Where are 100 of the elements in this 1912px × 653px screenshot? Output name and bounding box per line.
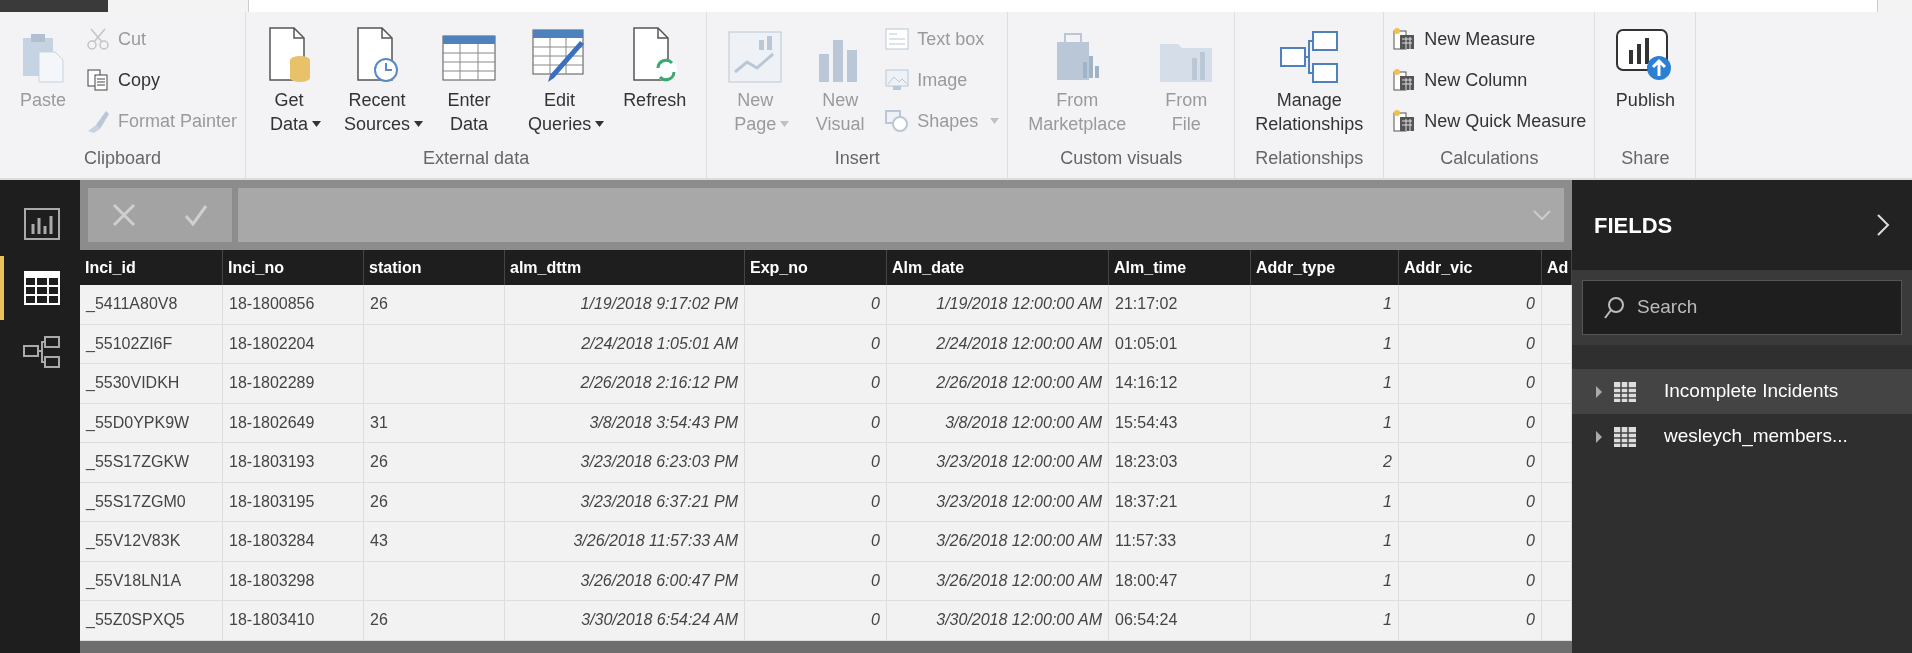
ribbon-button[interactable]: New Measure (1392, 22, 1587, 56)
table-cell-text: 18:37:21 (1115, 491, 1178, 512)
table-cell-text: _55S17ZGM0 (86, 491, 186, 512)
field-table-item[interactable]: Incomplete Incidents (1572, 369, 1912, 414)
column-header[interactable]: Alm_date (887, 250, 1109, 285)
calculator-icon (1392, 109, 1417, 133)
table-cell-text: 3/8/2018 12:00:00 AM (945, 412, 1102, 433)
table-cell-text: 18-1803195 (229, 491, 315, 512)
chevron-right-icon[interactable] (1876, 213, 1890, 237)
scissors-icon (86, 27, 111, 51)
group-label: Custom visuals (1059, 147, 1184, 170)
table-icon (24, 271, 60, 305)
table-cell-text: 18-1803193 (229, 452, 315, 473)
calculator-icon (1392, 68, 1417, 92)
copy-icon (86, 68, 111, 92)
column-header[interactable]: station (364, 250, 505, 285)
table-cell-text: 31 (370, 412, 388, 433)
table-cell-text: 0 (871, 570, 880, 591)
formula-bar[interactable] (238, 188, 1564, 242)
table-cell-text: 26 (370, 491, 388, 512)
ribbon-button[interactable]: Recent Sources (332, 20, 423, 136)
column-header[interactable]: Addr_type (1251, 250, 1399, 285)
ribbon-button[interactable]: Copy (86, 63, 238, 97)
text-box-icon (885, 28, 910, 50)
group-label: Calculations (1439, 147, 1540, 170)
table-cell-text: 11:57:33 (1115, 531, 1177, 552)
table-cell-text: 0 (1526, 491, 1535, 512)
table-cell-text: 15:54:43 (1115, 412, 1178, 433)
table-cell-text: 18-1802649 (229, 412, 315, 433)
search-field[interactable]: Search (1582, 280, 1902, 335)
table-cell-text: 06:54:24 (1115, 610, 1178, 631)
column-header[interactable]: Inci_id (80, 250, 223, 285)
ribbon-button[interactable]: Enter Data (430, 20, 509, 136)
check-icon[interactable] (183, 202, 209, 228)
table-cell-text: 0 (1526, 333, 1535, 354)
table-cell-text: 18-1803298 (229, 570, 315, 591)
table-cell-text: 0 (1526, 452, 1535, 473)
ribbon-button[interactable]: New Column (1392, 63, 1587, 97)
group-label: Relationships (1254, 147, 1365, 170)
table-cell-text: 0 (1526, 294, 1535, 315)
table-cell-text: 0 (1526, 570, 1535, 591)
ribbon-button[interactable]: Manage Relationships (1243, 20, 1376, 136)
expand-arrow-icon (1596, 430, 1602, 443)
table-cell-text: 0 (871, 333, 880, 354)
table-cell-text: 1 (1383, 294, 1392, 315)
table-cell-text: 2/26/2018 12:00:00 AM (936, 373, 1102, 394)
calculator-icon (1392, 27, 1417, 51)
document-clock-icon (354, 26, 401, 84)
caret-icon (780, 121, 790, 127)
ribbon-button[interactable]: Get Data (254, 20, 325, 136)
ribbon-button[interactable]: Publish (1603, 20, 1688, 112)
table-cell-text: 18-1800856 (229, 294, 315, 315)
ribbon-button[interactable]: Refresh (611, 20, 699, 112)
table-cell-text: 26 (370, 452, 388, 473)
table-cell-text: 18:00:47 (1115, 570, 1178, 591)
column-header[interactable]: alm_dttm (505, 250, 745, 285)
table-cell-text: 1 (1383, 373, 1392, 394)
table-cell-text: 18:23:03 (1115, 452, 1178, 473)
ribbon-button[interactable]: Edit Queries (516, 20, 604, 136)
group-label: Clipboard (83, 147, 163, 170)
column-header[interactable]: Alm_time (1109, 250, 1251, 285)
table-cell-text: _55V12V83K (86, 531, 181, 552)
table-icon (1614, 381, 1636, 402)
relationship-diagram-icon (1279, 30, 1340, 84)
group-label: Share (1620, 147, 1671, 170)
table-cell-text: 3/23/2018 12:00:00 AM (936, 452, 1102, 473)
table-cell-text: 0 (871, 531, 880, 552)
table-cell-text: 3/30/2018 6:54:24 AM (581, 610, 738, 631)
table-cell-text: _55102ZI6F (86, 333, 173, 354)
expand-arrow-icon (1596, 385, 1602, 398)
table-cell-text: 18-1803284 (229, 531, 315, 552)
table-cell-text: _55V18LN1A (86, 570, 182, 591)
table-cell-text: 1 (1383, 491, 1392, 512)
table-cell-text: 0 (871, 373, 880, 394)
table-cell-text: _55Z0SPXQ5 (86, 610, 185, 631)
column-header[interactable]: Exp_no (745, 250, 887, 285)
paintbrush-icon (86, 109, 111, 133)
ribbon-tab[interactable] (0, 0, 108, 12)
table-cell-text: 1 (1383, 570, 1392, 591)
ribbon-button[interactable]: New Quick Measure (1392, 104, 1587, 138)
column-header[interactable]: Addr_vic (1399, 250, 1542, 285)
table-cell-text: 3/26/2018 6:00:47 PM (580, 570, 738, 591)
table-cell-text: 0 (871, 610, 880, 631)
table-cell-text: 3/26/2018 11:57:33 AM (573, 531, 738, 552)
table-cell-text: 18-1802289 (229, 373, 315, 394)
search-icon (1603, 295, 1625, 320)
table-icon (442, 34, 497, 84)
cancel-icon[interactable] (111, 202, 137, 228)
chevron-down-icon[interactable] (1532, 209, 1552, 221)
column-header[interactable]: Inci_no (223, 250, 364, 285)
table-cell-text: 2/24/2018 12:00:00 AM (936, 333, 1102, 354)
table-cell-text: 1 (1383, 531, 1392, 552)
table-cell-text: 2/24/2018 1:05:01 AM (581, 333, 738, 354)
document-database-icon (266, 26, 313, 84)
table-cell-text: 2/26/2018 2:16:12 PM (580, 373, 738, 394)
table-icon (1614, 426, 1636, 447)
caret-icon (414, 121, 424, 127)
field-table-item[interactable]: wesleych_members... (1572, 414, 1912, 459)
table-cell-text: 1 (1383, 412, 1392, 433)
table-cell-text: 3/23/2018 12:00:00 AM (936, 491, 1102, 512)
